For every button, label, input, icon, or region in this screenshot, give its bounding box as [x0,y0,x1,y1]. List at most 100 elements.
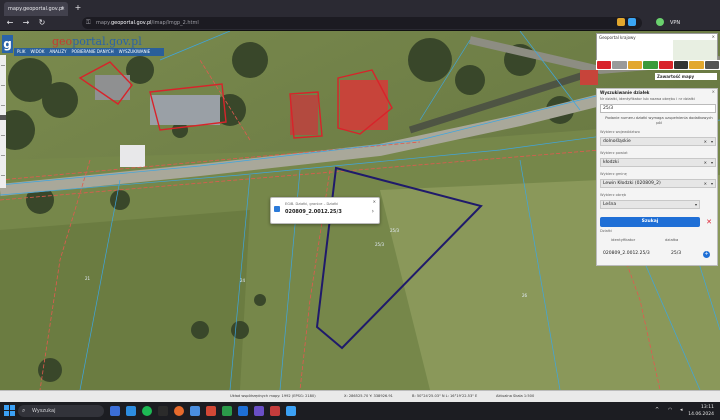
clear-icon[interactable]: ✕ [704,138,707,146]
browser-tab-bar: mapy.geoportal.gov.pl ✕ + [0,0,720,16]
map-content-label: Zawartość mapy [657,74,695,79]
reload-button[interactable]: ↻ [36,17,48,29]
url-field[interactable]: ⚿ mapy.geoportal.gov.pl/imap/Imgp_2.html [82,17,642,29]
lock-icon: ⚿ [86,19,91,26]
explorer-icon[interactable] [190,406,200,416]
svg-text:26: 26 [522,293,528,298]
chevron-down-icon[interactable]: ▾ [695,201,697,209]
volume-icon[interactable]: ◂ [680,407,683,413]
edge-icon[interactable] [126,406,136,416]
menu-item-pobieranie[interactable]: POBIERANIE DANYCH [72,48,114,56]
chevron-down-icon[interactable]: ▾ [711,180,713,188]
panel-close-icon[interactable]: × [712,89,715,94]
wifi-icon[interactable]: ◠ [668,407,672,413]
youtube-icon[interactable] [658,61,673,69]
vpn-badge[interactable]: VPN [670,18,680,29]
popup-parcel-id[interactable]: 020809_2.0012.25/3 [285,209,342,215]
tool-icon[interactable] [673,61,689,69]
svg-text:25/3: 25/3 [375,242,384,247]
tool-icon[interactable] [704,61,719,69]
result-identifier[interactable]: 020809_2.0012.25/3 [603,251,650,256]
taskbar-search[interactable]: ⌕ Wyszukaj [18,405,104,417]
system-clock[interactable]: 13:11 14.06.2024 [688,404,714,418]
menu-item-wyszukiwanie[interactable]: WYSZUKIWANIE [119,48,151,56]
tab-close-icon[interactable]: ✕ [61,2,65,16]
zoom-tick [1,85,5,86]
word-icon[interactable] [238,406,248,416]
tool-icon[interactable] [689,61,704,69]
task-view-icon[interactable] [110,406,120,416]
menu-item-widok[interactable]: WIDOK [30,48,44,56]
app-icon[interactable] [158,406,168,416]
app-icon[interactable] [222,406,232,416]
parcel-query-input[interactable]: 25/3 [600,104,716,113]
tool-icon[interactable] [612,61,627,69]
col-identifier-header[interactable]: identyfikator [611,237,635,242]
svg-text:25/3: 25/3 [390,228,399,233]
taskbar: ⌕ Wyszukaj ^ ◠ ◂ 13:11 14.06.2024 [0,402,720,420]
precinct-value: Leśna [603,202,617,207]
panel-note: Podanie numeru działki wymaga uzupełnien… [605,116,713,125]
logo-brand-1: geo [52,35,73,48]
address-bar-row: ← → ↻ ⚿ mapy.geoportal.gov.pl/imap/Imgp_… [0,16,720,31]
url-prefix: mapy. [96,20,111,26]
voivodeship-value: dolnośląskie [603,139,631,144]
menu-item-plik[interactable]: PLIK [17,48,25,56]
minimap-close-icon[interactable]: × [712,34,715,39]
col-parcel-header[interactable]: działka [665,237,678,242]
precinct-select[interactable]: Leśna ▾ [600,200,700,209]
chevron-right-icon[interactable]: › [372,208,374,215]
parcel-popup[interactable]: EGiB. Działki, granice – Działki 020809_… [270,197,380,224]
main-menu: PLIK WIDOK ANALIZY POBIERANIE DANYCH WYS… [14,48,164,56]
firefox-icon[interactable] [174,406,184,416]
windows-start-icon[interactable] [4,405,16,417]
clear-search-button[interactable]: ✕ [704,217,714,227]
parcel-search-panel: Wyszukiwanie działek × Nr działki, ident… [596,88,718,266]
zoom-tick [1,65,5,66]
search-icon: ⌕ [22,407,26,414]
extension-icon[interactable] [628,18,636,26]
parcel-info-icon [274,206,280,212]
tool-icon[interactable] [627,61,643,69]
zoom-to-result-button[interactable]: + [703,251,710,258]
app-icon[interactable] [286,406,296,416]
panel-subtitle: Nr działki, identyfikator lub nazwa obrę… [600,97,695,101]
profile-icon[interactable] [656,18,664,26]
zoom-tick [1,105,5,106]
result-parcel[interactable]: 25/3 [671,251,681,256]
tool-icon[interactable] [643,61,658,69]
map-toolbar [596,60,720,70]
tray-chevron-icon[interactable]: ^ [655,407,659,413]
menu-item-analizy[interactable]: ANALIZY [49,48,66,56]
tab-title: mapy.geoportal.gov.pl [8,6,64,12]
precinct-label: Wybierz obręb [600,193,627,197]
forward-button[interactable]: → [20,17,32,29]
browser-tab[interactable]: mapy.geoportal.gov.pl ✕ [4,2,68,16]
url-path: /imap/Imgp_2.html [151,20,199,26]
back-button[interactable]: ← [4,17,16,29]
map-status-bar: Układ współrzędnych mapy: 1992 (EPSG: 21… [0,390,720,402]
app-icon[interactable] [206,406,216,416]
svg-text:24: 24 [240,278,246,283]
app-icon[interactable] [254,406,264,416]
close-icon[interactable]: ✕ [373,199,376,204]
xy-coordinates: X: 286525.70 Y: 338926.91 [344,394,393,398]
zoom-slider-knob[interactable] [0,115,6,120]
chevron-down-icon[interactable]: ▾ [711,159,713,167]
app-icon[interactable] [270,406,280,416]
commune-select[interactable]: Lewin Kłodzki (020809_2) ✕ ▾ [600,179,716,188]
tool-icon[interactable] [597,61,612,69]
clear-icon[interactable]: ✕ [704,180,707,188]
minimap-title: Geoportal krajowy [599,35,636,40]
clear-icon[interactable]: ✕ [704,159,707,167]
chevron-down-icon[interactable]: ▾ [711,138,713,146]
commune-value: Lewin Kłodzki (020809_2) [603,181,661,186]
zoom-slider[interactable] [0,55,6,188]
search-button[interactable]: Szukaj [600,217,700,227]
spotify-icon[interactable] [142,406,152,416]
county-select[interactable]: kłodzki ✕ ▾ [600,158,716,167]
map-content-button[interactable]: Zawartość mapy [655,73,717,80]
voivodeship-select[interactable]: dolnośląskie ✕ ▾ [600,137,716,146]
new-tab-button[interactable]: + [72,2,84,14]
extension-icon[interactable] [617,18,625,26]
